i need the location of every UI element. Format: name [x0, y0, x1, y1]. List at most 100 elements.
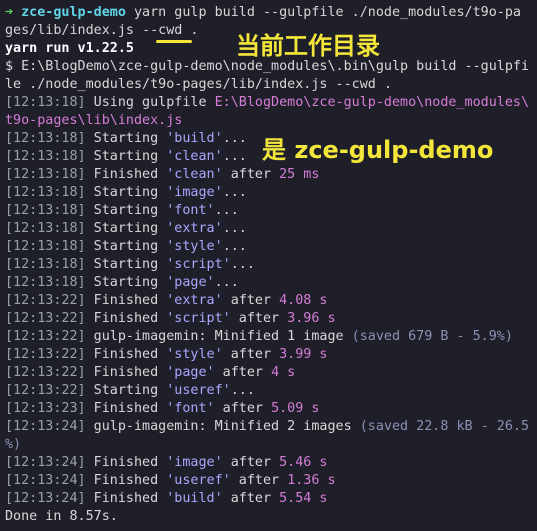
- log-line: [12:13:18] Finished 'clean' after 25 ms: [5, 166, 532, 184]
- log-line: [12:13:18] Starting 'image'...: [5, 184, 532, 202]
- log-after: ...: [222, 185, 247, 200]
- imagemin-text: gulp-imagemin: Minified 1 image: [85, 329, 352, 344]
- log-verb: Starting: [85, 275, 167, 290]
- task-duration: 3.99 s: [279, 347, 328, 362]
- log-after: ...: [222, 221, 247, 236]
- task-name: 'font': [166, 203, 215, 218]
- task-duration: 3.96 s: [287, 311, 336, 326]
- log-verb: Finished: [85, 347, 167, 362]
- using-label: Using gulpfile: [85, 95, 215, 110]
- timestamp: [12:13:18]: [5, 275, 86, 290]
- timestamp: [12:13:18]: [5, 131, 86, 146]
- timestamp: [12:13:22]: [5, 365, 86, 380]
- log-verb: Starting: [85, 257, 167, 272]
- log-verb: Starting: [85, 221, 167, 236]
- task-name: 'extra': [166, 221, 223, 236]
- log-line: [12:13:18] Starting 'extra'...: [5, 220, 532, 238]
- timestamp: [12:13:24]: [5, 473, 86, 488]
- log-line: [12:13:22] Finished 'page' after 4 s: [5, 364, 532, 382]
- log-after: ...: [222, 149, 247, 164]
- log-verb: Finished: [85, 491, 167, 506]
- log-after: ...: [230, 257, 255, 272]
- using-gulpfile-line: [12:13:18] Using gulpfile E:\BlogDemo\zc…: [5, 94, 532, 112]
- log-verb: Starting: [85, 383, 167, 398]
- timestamp: [12:13:22]: [5, 383, 86, 398]
- task-name: 'style': [166, 347, 223, 362]
- task-name: 'image': [166, 185, 223, 200]
- gulpfile-path-cont: t9o-pages\lib\index.js: [5, 113, 183, 128]
- log-after: ...: [222, 239, 247, 254]
- timestamp: [12:13:18]: [5, 203, 86, 218]
- timestamp: [12:13:18]: [5, 239, 86, 254]
- log-after: after: [214, 401, 272, 416]
- log-verb: Starting: [85, 239, 167, 254]
- log-after: after: [230, 311, 288, 326]
- gulpfile-path: E:\BlogDemo\zce-gulp-demo\node_modules\: [214, 95, 530, 110]
- timestamp: [12:13:23]: [5, 401, 86, 416]
- cwd-underline-annotation: [156, 40, 192, 43]
- timestamp: [12:13:18]: [5, 185, 86, 200]
- log-line: [12:13:18] Starting 'page'...: [5, 274, 532, 292]
- log-after: after: [222, 293, 280, 308]
- prompt-arrow-icon: ➜: [5, 5, 14, 20]
- timestamp: [12:13:18]: [5, 257, 86, 272]
- timestamp: [12:13:18]: [5, 149, 86, 164]
- timestamp: [12:13:24]: [5, 419, 86, 434]
- timestamp: [12:13:22]: [5, 311, 86, 326]
- prompt-command-cont: ges/lib/index.js: [5, 23, 143, 38]
- log-after: after: [222, 491, 280, 506]
- task-duration: 4.08 s: [279, 293, 328, 308]
- timestamp: [12:13:22]: [5, 329, 86, 344]
- log-line: [12:13:18] Starting 'style'...: [5, 238, 532, 256]
- log-verb: Finished: [85, 365, 167, 380]
- log-verb: Finished: [85, 455, 167, 470]
- log-verb: Finished: [85, 401, 167, 416]
- imagemin-saved: (saved 679 B - 5.9%): [351, 329, 513, 344]
- log-line: [12:13:23] Finished 'font' after 5.09 s: [5, 400, 532, 418]
- cwd-flag: --cwd: [142, 23, 183, 38]
- task-duration: 5.09 s: [271, 401, 320, 416]
- timestamp: [12:13:22]: [5, 347, 86, 362]
- log-after: ...: [222, 131, 247, 146]
- task-name: 'page': [166, 365, 215, 380]
- imagemin-line-1: [12:13:22] gulp-imagemin: Minified 1 ima…: [5, 328, 532, 346]
- terminal-window[interactable]: ➜ zce-gulp-demo yarn gulp build --gulpfi…: [0, 0, 537, 531]
- imagemin-saved: (saved 22.8 kB - 26.5: [359, 419, 530, 434]
- log-verb: Starting: [85, 185, 167, 200]
- task-name: 'style': [166, 239, 223, 254]
- log-line: [12:13:22] Finished 'style' after 3.99 s: [5, 346, 532, 364]
- task-name: 'font': [166, 401, 215, 416]
- log-after: after: [214, 365, 272, 380]
- task-name: 'script': [166, 311, 231, 326]
- done-line: Done in 8.57s.: [5, 509, 118, 524]
- task-duration: 1.36 s: [287, 473, 336, 488]
- log-verb: Finished: [85, 473, 167, 488]
- timestamp: [12:13:24]: [5, 455, 86, 470]
- log-after: after: [222, 455, 280, 470]
- log-line: [12:13:18] Starting 'font'...: [5, 202, 532, 220]
- log-line: [12:13:22] Starting 'useref'...: [5, 382, 532, 400]
- log-after: after: [222, 347, 280, 362]
- timestamp: [12:13:18]: [5, 221, 86, 236]
- prompt-line: ➜ zce-gulp-demo yarn gulp build --gulpfi…: [5, 4, 532, 22]
- log-verb: Finished: [85, 311, 167, 326]
- timestamp: [12:13:18]: [5, 95, 86, 110]
- task-name: 'useref': [166, 473, 231, 488]
- log-line: [12:13:22] Finished 'extra' after 4.08 s: [5, 292, 532, 310]
- log-after: ...: [214, 275, 239, 290]
- annotation-cwd: 当前工作目录: [236, 32, 380, 60]
- prompt-command: yarn gulp build --gulpfile ./node_module…: [134, 5, 521, 20]
- timestamp: [12:13:18]: [5, 167, 86, 182]
- task-name: 'image': [166, 455, 223, 470]
- log-verb: Finished: [85, 167, 167, 182]
- imagemin-line-2: [12:13:24] gulp-imagemin: Minified 2 ima…: [5, 418, 532, 436]
- prompt-directory: zce-gulp-demo: [21, 5, 126, 20]
- log-verb: Starting: [85, 203, 167, 218]
- task-name: 'page': [166, 275, 215, 290]
- log-line: [12:13:24] Finished 'useref' after 1.36 …: [5, 472, 532, 490]
- log-verb: Starting: [85, 149, 167, 164]
- task-duration: 5.46 s: [279, 455, 328, 470]
- task-name: 'build': [166, 491, 223, 506]
- imagemin-text: gulp-imagemin: Minified 2 images: [85, 419, 360, 434]
- task-name: 'useref': [166, 383, 231, 398]
